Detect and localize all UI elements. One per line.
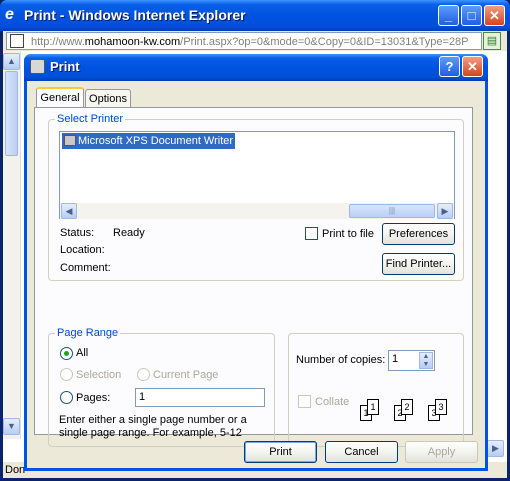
- page-range-title: Page Range: [55, 327, 121, 339]
- print-to-file-checkbox[interactable]: [305, 227, 318, 240]
- scroll-up-icon[interactable]: ▲: [3, 53, 20, 70]
- selection-label[interactable]: Selection: [76, 369, 121, 381]
- address-url[interactable]: http://www.mohamoon-kw.com/Print.aspx?op…: [31, 36, 479, 48]
- collate-pages-icon: 1 1 2 2 3 3: [360, 395, 458, 430]
- print-dialog: Print ? ✕ General Options Select Printer…: [24, 54, 488, 471]
- dialog-title: Print: [50, 59, 80, 74]
- all-label[interactable]: All: [76, 347, 88, 359]
- printer-device-icon: [64, 135, 76, 146]
- current-page-radio[interactable]: [137, 368, 150, 381]
- location-label: Location:: [60, 244, 105, 256]
- preferences-button[interactable]: Preferences: [382, 223, 455, 245]
- selection-radio[interactable]: [60, 368, 73, 381]
- tab-general[interactable]: General: [36, 87, 84, 109]
- compatibility-icon[interactable]: ▤: [483, 32, 501, 50]
- page-range-help: Enter either a single page number or a s…: [59, 414, 247, 439]
- scroll-thumb[interactable]: [5, 71, 18, 156]
- printer-list-item[interactable]: Microsoft XPS Document Writer: [62, 133, 236, 149]
- address-rest: /Print.aspx?op=0&mode=0&Copy=0&ID=13031&…: [180, 36, 469, 48]
- printer-list-scrollbar[interactable]: ◀ ||| ▶: [60, 203, 454, 219]
- printer-name: Microsoft XPS Document Writer: [78, 135, 234, 147]
- select-printer-group: Select Printer Microsoft XPS Document Wr…: [48, 113, 464, 281]
- find-printer-button[interactable]: Find Printer...: [382, 253, 455, 275]
- scroll-down-icon[interactable]: ▼: [3, 418, 20, 435]
- maximize-icon[interactable]: □: [461, 5, 482, 26]
- tab-panel: Select Printer Microsoft XPS Document Wr…: [34, 107, 473, 447]
- all-radio[interactable]: [60, 347, 73, 360]
- tab-general-label: General: [40, 92, 80, 104]
- dialog-body: General Options Select Printer Microsoft…: [27, 81, 485, 468]
- copies-label: Number of copies:: [296, 354, 386, 366]
- print-to-file-label[interactable]: Print to file: [322, 228, 374, 240]
- collate-label[interactable]: Collate: [315, 396, 349, 408]
- address-domain: mohamoon-kw.com: [84, 36, 181, 48]
- ie-logo-icon: e: [5, 6, 14, 23]
- print-button-label: Print: [269, 446, 292, 458]
- printer-list[interactable]: Microsoft XPS Document Writer ◀ ||| ▶: [59, 131, 455, 219]
- pages-radio[interactable]: [60, 391, 73, 404]
- status-text: Don: [5, 464, 26, 476]
- find-printer-label: Find Printer...: [385, 258, 452, 270]
- left-scrollbar[interactable]: ▲ ▼: [3, 51, 21, 439]
- status-value: Ready: [113, 227, 145, 239]
- address-bar: http://www.mohamoon-kw.com/Print.aspx?op…: [3, 31, 507, 51]
- comment-label: Comment:: [60, 262, 111, 274]
- page-icon: [10, 34, 24, 48]
- printer-icon: [30, 59, 45, 74]
- cancel-button[interactable]: Cancel: [325, 441, 398, 463]
- scroll-right-arrow-icon[interactable]: ▶: [437, 203, 453, 219]
- current-page-label[interactable]: Current Page: [153, 369, 218, 381]
- collate-checkbox[interactable]: [298, 395, 311, 408]
- scroll-left-icon[interactable]: ◀: [61, 203, 77, 219]
- dialog-titlebar[interactable]: Print ? ✕: [24, 54, 488, 81]
- dialog-close-icon[interactable]: ✕: [462, 56, 483, 77]
- help-icon[interactable]: ?: [439, 56, 460, 77]
- scroll-thumb-horizontal[interactable]: |||: [349, 204, 435, 218]
- page-text-edge: ▶: [485, 51, 505, 461]
- preferences-label: Preferences: [388, 228, 449, 240]
- browser-title: Print - Windows Internet Explorer: [24, 7, 246, 23]
- pages-input[interactable]: 1: [135, 388, 265, 407]
- copies-group: Number of copies: 1 ▲ ▼ Collate 1 1 2 2 3…: [288, 333, 464, 447]
- scroll-right-icon[interactable]: ▶: [487, 440, 504, 457]
- status-label: Status:: [60, 227, 95, 239]
- select-printer-title: Select Printer: [55, 113, 126, 125]
- address-field[interactable]: http://www.mohamoon-kw.com/Print.aspx?op…: [6, 32, 482, 50]
- apply-button-label: Apply: [427, 446, 456, 458]
- close-icon[interactable]: ✕: [484, 5, 505, 26]
- page-range-group: Page Range All Selection Current Page Pa…: [48, 327, 275, 447]
- cancel-button-label: Cancel: [344, 446, 379, 458]
- browser-titlebar[interactable]: e Print - Windows Internet Explorer _ □ …: [0, 0, 510, 31]
- address-prefix: http://www.: [31, 36, 85, 48]
- tab-options-label: Options: [89, 93, 127, 105]
- print-button[interactable]: Print: [244, 441, 317, 463]
- copies-spinner-icon[interactable]: ▲ ▼: [419, 352, 433, 369]
- apply-button[interactable]: Apply: [405, 441, 478, 463]
- minimize-icon[interactable]: _: [438, 5, 459, 26]
- pages-label[interactable]: Pages:: [76, 392, 110, 404]
- tab-options[interactable]: Options: [85, 89, 131, 109]
